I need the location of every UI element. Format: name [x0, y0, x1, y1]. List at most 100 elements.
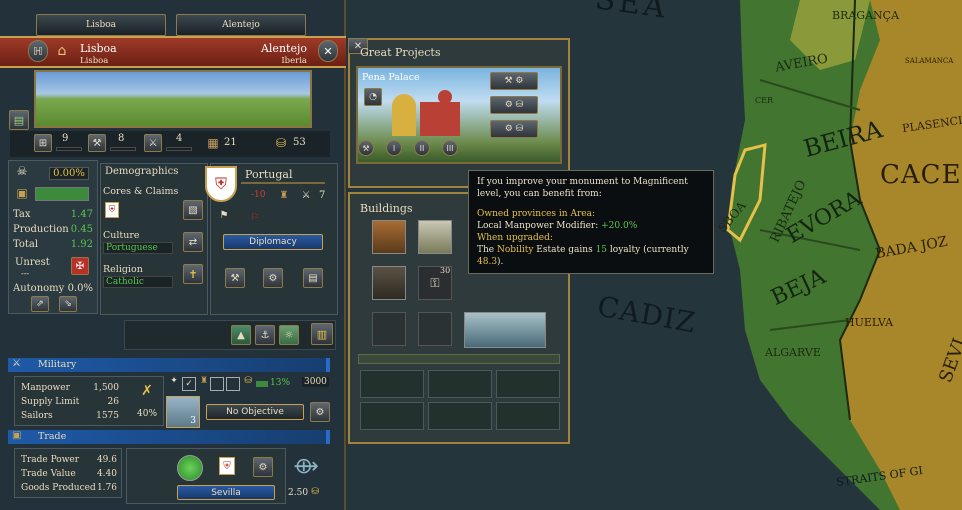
mp-dev-icon[interactable]: ⚔ [144, 134, 162, 152]
religion-value: Catholic [103, 276, 173, 288]
tooltip-modifier-value: +20.0% [601, 221, 638, 231]
tooltip-estate-line: The Nobility Estate gains 15 loyalty (cu… [477, 244, 705, 268]
build-cell-1[interactable] [360, 370, 424, 398]
tier-icon-1[interactable]: ⚒ [358, 140, 374, 156]
culture-action-button[interactable]: ⇄ [183, 232, 203, 252]
tier-icon-3[interactable]: II [414, 140, 430, 156]
building-slot-empty-b[interactable] [418, 312, 452, 346]
trade-node-label: Sevilla [211, 487, 241, 498]
province-side-button[interactable]: ▤ [9, 110, 29, 130]
diplomacy-button[interactable]: Diplomacy [223, 234, 323, 250]
province-area: Alentejo [260, 42, 307, 55]
increase-autonomy-button[interactable]: ⇗ [31, 296, 49, 312]
building-slot-1[interactable] [372, 220, 406, 254]
objective-button[interactable]: No Objective [206, 404, 304, 420]
project-btn-1[interactable]: ⚒ ⚙ [490, 72, 538, 90]
production-label: Production [13, 224, 69, 235]
autonomy-label: Autonomy [13, 283, 65, 294]
project-btn-2[interactable]: ⚙ ⛁ [490, 96, 538, 114]
production-value: 0.45 [70, 224, 93, 235]
back-button[interactable]: ℍ [28, 40, 48, 62]
build-cell-6[interactable] [496, 402, 560, 430]
tier-icon-4[interactable]: III [442, 140, 458, 156]
owner-action-3[interactable]: ▤ [303, 268, 323, 288]
tooltip-estate-gain: 15 [595, 245, 608, 255]
manpower-label: Manpower [21, 383, 70, 393]
climate-button[interactable]: ☼ [279, 325, 299, 345]
cores-action-button[interactable]: ▧ [183, 200, 203, 220]
goods-produced-label: Goods Produced [21, 483, 96, 493]
buildings-divider [358, 354, 560, 364]
build-cell-4[interactable] [360, 402, 424, 430]
tax-label: Tax [13, 209, 31, 220]
map-label-bragança: BRAGANÇA [832, 9, 900, 22]
close-button[interactable]: ✕ [318, 40, 338, 62]
trade-node-button[interactable]: Sevilla [177, 485, 275, 500]
tier-icon-2[interactable]: I [386, 140, 402, 156]
recruit-cost: 3000 [302, 377, 329, 387]
province-modifier-row: ▲ ⚓ ☼ ▥ [124, 320, 336, 350]
tooltip-intro: If you improve your monument to Magnific… [477, 177, 688, 199]
tab-alentejo[interactable]: Alentejo [176, 14, 306, 36]
recruit-fort-icon: ♜ [199, 376, 209, 386]
portugal-shield-icon[interactable]: ⛨ [205, 166, 237, 202]
total-row: Total 1.92 [13, 239, 95, 251]
unrest-skull-icon: ☠ [16, 164, 28, 178]
religion-action-button[interactable]: ✝ [183, 264, 203, 284]
project-name: Pena Palace [362, 72, 420, 83]
map-label-caceres: CACERE [880, 160, 962, 190]
trade-goods-button[interactable]: ⚓ [255, 325, 275, 345]
owner-action-2[interactable]: ⚙ [263, 268, 283, 288]
build-cell-5[interactable] [428, 402, 492, 430]
tooltip-modifier-label: Local Manpower Modifier: [477, 221, 599, 231]
tab-lisboa[interactable]: Lisboa [36, 14, 166, 36]
culture-label: Culture [103, 230, 140, 241]
tooltip-estate-name: Nobility [497, 245, 534, 255]
building-slot-empty-a[interactable] [372, 312, 406, 346]
terrain-button[interactable]: ▲ [231, 325, 251, 345]
tax-value: 1.47 [70, 209, 93, 220]
tax-dev-icon[interactable]: ⊞ [34, 134, 52, 152]
build-cell-2[interactable] [428, 370, 492, 398]
ship-image[interactable]: 3 [166, 396, 200, 428]
recruit-check-icon[interactable]: ✓ [182, 377, 196, 391]
trade-action-button[interactable]: ⚙ [253, 457, 273, 477]
gold-icon: ⛁ [275, 136, 287, 150]
palace-image [388, 86, 478, 146]
demographics-panel: Demographics Cores & Claims ⛨ ▧ Culture … [100, 163, 208, 315]
province-name: Lisboa [80, 42, 117, 55]
province-landscape-image [34, 70, 312, 128]
building-slot-3[interactable] [372, 266, 406, 300]
buildings-title: Buildings [360, 202, 413, 215]
project-small-icon[interactable]: ◔ [364, 88, 382, 106]
palace-dome [438, 90, 452, 104]
fish-value: 2.50 [288, 488, 309, 498]
unrest-shield-icon[interactable]: ✠ [71, 257, 89, 275]
great-projects-panel: ✕ Great Projects Pena Palace ◔ ⚒ ⚙ ⚙ ⛁ ⚙… [348, 38, 570, 188]
unrest-label: Unrest [15, 257, 50, 268]
building-harbor-image[interactable] [464, 312, 546, 348]
recruit-box-1[interactable] [210, 377, 224, 391]
project-btn-3[interactable]: ⚙ ⛁ [490, 120, 538, 138]
core-flag-portugal[interactable]: ⛨ [105, 202, 119, 218]
recruit-icons-row: ✦ ✓ ♜ ⛁ 13% 3000 [168, 376, 334, 392]
prod-dev-icon[interactable]: ⚒ [88, 134, 106, 152]
manpower-value: 1,500 [93, 383, 119, 393]
recruit-box-2[interactable] [226, 377, 240, 391]
build-cell-3[interactable] [496, 370, 560, 398]
trade-node-panel: ⛨ ⚙ Sevilla [126, 448, 286, 504]
military-panel: Manpower 1,500 Supply Limit 26 Sailors 1… [14, 376, 164, 426]
unrest-value: --- [21, 269, 30, 278]
trade-shield-icon[interactable]: ⛨ [219, 457, 235, 475]
decrease-autonomy-button[interactable]: ⇘ [59, 296, 77, 312]
trade-node-circle[interactable] [177, 455, 203, 481]
recruit-gold-icon: ⛁ [244, 376, 252, 386]
prod-dev-value: 8 [118, 133, 125, 144]
recruit-progress-pct: 13% [270, 378, 291, 388]
trade-value-label: Trade Value [21, 469, 76, 479]
tooltip-estate-current: 48.3 [477, 257, 498, 267]
objective-action-button[interactable]: ⚙ [310, 402, 330, 422]
owner-action-1[interactable]: ⚒ [225, 268, 245, 288]
building-slot-2[interactable] [418, 220, 452, 254]
ledger-button[interactable]: ▥ [311, 323, 333, 345]
